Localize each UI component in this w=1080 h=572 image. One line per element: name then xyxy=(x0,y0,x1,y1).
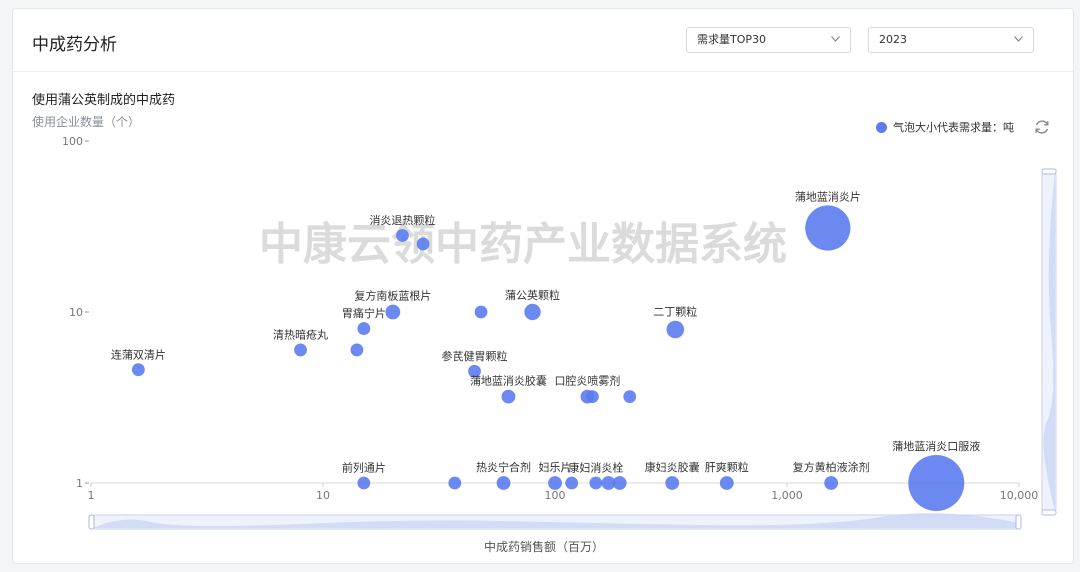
y-zoom-handle-bottom[interactable] xyxy=(1041,509,1057,516)
point-label: 康妇消炎栓 xyxy=(568,461,623,475)
data-point[interactable] xyxy=(496,476,511,490)
x-tick-label: 10 xyxy=(316,489,330,502)
data-point[interactable] xyxy=(824,476,839,490)
point-label: 参芪健胃颗粒 xyxy=(442,349,508,363)
analysis-card: 中成药分析 需求量TOP30 2023 使用蒲公英制成的中成药 使用企业数量（个… xyxy=(12,8,1074,564)
data-point[interactable] xyxy=(524,303,541,321)
point-label: 口腔炎喷雾剂 xyxy=(554,374,620,388)
x-zoom-handle-left[interactable] xyxy=(88,514,95,530)
data-point[interactable] xyxy=(131,363,145,377)
data-point[interactable] xyxy=(294,343,307,357)
data-point[interactable] xyxy=(385,304,401,320)
data-point[interactable] xyxy=(548,476,562,490)
point-label: 热炎宁合剂 xyxy=(476,460,531,474)
point-label: 蒲公英颗粒 xyxy=(505,288,560,302)
data-point[interactable] xyxy=(350,343,364,357)
x-tick-label: 1 xyxy=(88,489,95,502)
x-tick-label: 10,000 xyxy=(1000,489,1039,502)
point-label: 胃痛宁片 xyxy=(342,306,386,320)
data-point[interactable] xyxy=(357,476,371,490)
data-point[interactable] xyxy=(719,476,734,490)
data-point[interactable] xyxy=(357,322,371,335)
data-point[interactable] xyxy=(908,455,965,511)
data-point[interactable] xyxy=(589,476,603,490)
y-tick-label: 1 xyxy=(76,477,83,490)
point-label: 连蒲双清片 xyxy=(111,347,166,361)
point-label: 消炎退热颗粒 xyxy=(369,213,435,227)
data-point[interactable] xyxy=(805,205,851,251)
data-point[interactable] xyxy=(666,320,685,339)
data-point[interactable] xyxy=(501,389,516,404)
point-label: 前列通片 xyxy=(342,461,386,475)
y-zoom-handle-top[interactable] xyxy=(1041,168,1057,175)
x-zoom-handle-right[interactable] xyxy=(1015,514,1022,530)
x-tick-label: 1,000 xyxy=(771,489,803,502)
data-point[interactable] xyxy=(416,237,430,251)
point-label: 复方南板蓝根片 xyxy=(354,289,431,303)
data-point[interactable] xyxy=(612,476,627,490)
data-point[interactable] xyxy=(474,305,488,319)
watermark: 中康云领中药产业数据系统 xyxy=(259,219,787,270)
y-tick-label: 10 xyxy=(69,306,83,319)
point-label: 蒲地蓝消炎口服液 xyxy=(892,439,980,453)
point-label: 蒲地蓝消炎胶囊 xyxy=(470,374,547,388)
data-point[interactable] xyxy=(586,390,599,404)
point-label: 肝爽颗粒 xyxy=(705,460,749,474)
y-tick-label: 100 xyxy=(62,135,83,148)
point-label: 二丁颗粒 xyxy=(653,305,697,319)
point-label: 复方黄柏液涂剂 xyxy=(793,460,870,474)
scatter-plot: 1 10 100 1,000 10,000 1 10 100 中康云领中药产业数据系统 连蒲双… xyxy=(62,135,1057,530)
data-point[interactable] xyxy=(565,476,579,490)
x-axis-label: 中成药销售额（百万） xyxy=(483,540,604,554)
data-point[interactable] xyxy=(665,476,680,490)
x-tick-label: 100 xyxy=(545,489,566,502)
data-point[interactable] xyxy=(396,229,409,242)
point-label: 清热暗疮丸 xyxy=(273,328,328,342)
point-label: 蒲地蓝消炎片 xyxy=(795,189,861,203)
point-label: 妇乐片 xyxy=(539,461,572,474)
point-label: 康妇炎胶囊 xyxy=(645,460,700,474)
data-point[interactable] xyxy=(448,476,462,490)
data-point[interactable] xyxy=(623,390,637,404)
